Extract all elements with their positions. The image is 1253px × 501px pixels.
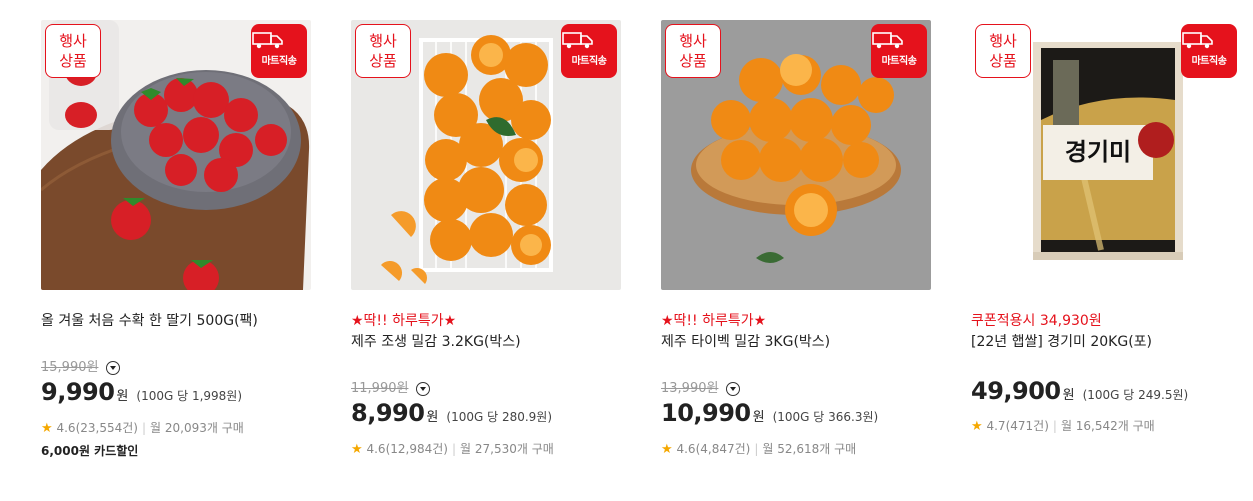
mart-delivery-badge: 마트직송 [1181, 24, 1237, 78]
price-detail-toggle-icon[interactable] [106, 360, 121, 375]
original-price: 15,990원 [41, 356, 121, 375]
product-card[interactable]: 행사 상품 마트직송 올 겨울 처음 수확 한 딸기 500G(팩) 15,990… [41, 20, 311, 490]
price-detail-toggle-icon[interactable] [416, 381, 431, 396]
product-title[interactable]: 제주 조생 밀감 3.2KG(박스) [351, 331, 521, 351]
delivery-truck-icon [1182, 32, 1213, 49]
monthly-purchases: 월 20,093개 구매 [150, 421, 244, 435]
product-image-strawberries[interactable]: 행사 상품 마트직송 [41, 20, 311, 290]
product-card[interactable]: 행사 상품 마트직송 ★딱!! 하루특가★ 제주 타이벡 밀감 3KG(박스) 1… [661, 20, 931, 490]
unit-price: (100G 당 280.9원) [446, 410, 553, 424]
rating-row: ★ 4.6(23,554건) | 월 20,093개 구매 [41, 421, 244, 436]
promo-label: ★딱!! 하루특가★ [661, 313, 767, 329]
unit-price: (100G 당 366.3원) [772, 410, 879, 424]
sale-price: 49,900 [971, 377, 1061, 405]
card-discount: 6,000원 카드할인 [41, 444, 139, 458]
coupon-label: 쿠폰적용시 34,930원 [971, 313, 1102, 329]
price-row: 8,990 원 (100G 당 280.9원) [351, 399, 553, 427]
product-image-tangerines[interactable]: 행사 상품 마트직송 [351, 20, 621, 290]
event-badge: 행사 상품 [665, 24, 721, 78]
sale-price: 8,990 [351, 399, 425, 427]
rating: 4.6(12,984건) [366, 442, 448, 456]
event-badge: 행사 상품 [45, 24, 101, 78]
product-image-tangerines-board[interactable]: 행사 상품 마트직송 [661, 20, 931, 290]
mart-delivery-badge: 마트직송 [251, 24, 307, 78]
rating-row: ★ 4.6(4,847건) | 월 52,618개 구매 [661, 442, 857, 457]
star-icon: ★ [971, 419, 983, 434]
original-price: 11,990원 [351, 377, 431, 396]
rice-label-text: 경기미 [1065, 137, 1131, 166]
delivery-truck-icon [562, 32, 593, 49]
event-badge: 행사 상품 [355, 24, 411, 78]
original-price: 13,990원 [661, 377, 741, 396]
sale-price: 9,990 [41, 378, 115, 406]
delivery-truck-icon [872, 32, 903, 49]
product-card[interactable]: 행사 상품 마트직송 ★딱!! 하루특가★ 제주 조생 밀감 3.2KG(박스) … [351, 20, 621, 490]
monthly-purchases: 월 27,530개 구매 [460, 442, 554, 456]
delivery-truck-icon [252, 32, 283, 49]
product-card[interactable]: 경기미 행사 상품 마트직송 쿠폰적용시 34,930원 [22년 햅쌀] 경기미… [971, 20, 1241, 490]
rating: 4.6(23,554건) [56, 421, 138, 435]
product-title[interactable]: 제주 타이벡 밀감 3KG(박스) [661, 331, 830, 351]
rating-row: ★ 4.7(471건) | 월 16,542개 구매 [971, 419, 1155, 434]
price-row: 49,900 원 (100G 당 249.5원) [971, 377, 1189, 405]
rating-row: ★ 4.6(12,984건) | 월 27,530개 구매 [351, 442, 554, 457]
promo-label: ★딱!! 하루특가★ [351, 313, 457, 329]
unit-price: (100G 당 249.5원) [1082, 388, 1189, 402]
rating: 4.6(4,847건) [676, 442, 751, 456]
star-icon: ★ [351, 442, 363, 457]
price-row: 9,990 원 (100G 당 1,998원) [41, 378, 243, 406]
product-image-rice-bag[interactable]: 경기미 행사 상품 마트직송 [971, 20, 1241, 290]
event-badge: 행사 상품 [975, 24, 1031, 78]
price-detail-toggle-icon[interactable] [726, 381, 741, 396]
monthly-purchases: 월 16,542개 구매 [1060, 419, 1155, 433]
product-title[interactable]: 올 겨울 처음 수확 한 딸기 500G(팩) [41, 310, 258, 330]
unit-price: (100G 당 1,998원) [136, 389, 243, 403]
mart-delivery-badge: 마트직송 [871, 24, 927, 78]
product-title[interactable]: [22년 햅쌀] 경기미 20KG(포) [971, 331, 1152, 351]
monthly-purchases: 월 52,618개 구매 [762, 442, 857, 456]
star-icon: ★ [41, 421, 53, 436]
star-icon: ★ [661, 442, 673, 457]
rating: 4.7(471건) [986, 419, 1049, 433]
price-row: 10,990 원 (100G 당 366.3원) [661, 399, 879, 427]
mart-delivery-badge: 마트직송 [561, 24, 617, 78]
sale-price: 10,990 [661, 399, 751, 427]
